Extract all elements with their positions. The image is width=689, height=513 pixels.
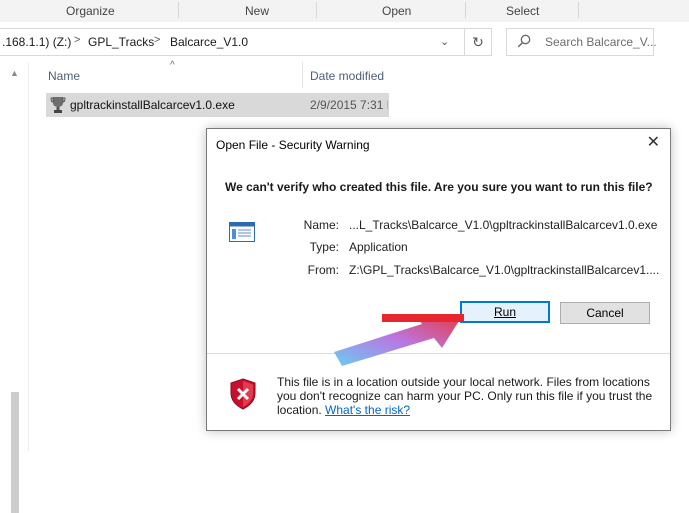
column-divider[interactable] bbox=[302, 62, 303, 88]
from-value: Z:\GPL_Tracks\Balcarce_V1.0\gpltrackinst… bbox=[349, 263, 660, 277]
breadcrumb-separator[interactable]: > bbox=[74, 34, 80, 46]
dialog-question: We can't verify who created this file. A… bbox=[225, 180, 653, 194]
chevron-down-icon[interactable]: ⌄ bbox=[440, 35, 449, 48]
name-value: ...L_Tracks\Balcarce_V1.0\gpltrackinstal… bbox=[349, 218, 658, 232]
security-warning-dialog: Open File - Security Warning ✕ We can't … bbox=[206, 128, 671, 431]
ribbon-open[interactable]: Open bbox=[382, 4, 411, 18]
run-button[interactable]: Run bbox=[460, 301, 550, 323]
type-value: Application bbox=[349, 240, 408, 254]
shield-warning-icon bbox=[230, 378, 256, 410]
ribbon-group-labels: Organize New Open Select bbox=[0, 0, 689, 23]
sort-arrow-icon: ^ bbox=[170, 60, 175, 71]
dialog-title: Open File - Security Warning bbox=[216, 138, 370, 152]
breadcrumb-balcarce[interactable]: Balcarce_V1.0 bbox=[170, 35, 248, 49]
address-row: .168.1.1) (Z:) > GPL_Tracks > Balcarce_V… bbox=[0, 22, 689, 62]
ribbon-divider bbox=[316, 2, 317, 18]
pointer-arrow bbox=[334, 314, 464, 366]
run-button-label: Run bbox=[493, 305, 516, 319]
scrollbar-thumb[interactable] bbox=[11, 392, 19, 513]
search-input[interactable]: Search Balcarce_V... bbox=[545, 35, 657, 49]
refresh-icon[interactable]: ↻ bbox=[464, 28, 492, 56]
column-header-date-modified[interactable]: Date modified bbox=[310, 69, 384, 83]
exe-file-icon bbox=[50, 97, 66, 113]
file-date-modified: 2/9/2015 7:31 P bbox=[310, 98, 388, 112]
ribbon-divider bbox=[578, 2, 579, 18]
application-icon bbox=[229, 222, 255, 242]
file-name: gpltrackinstallBalcarcev1.0.exe bbox=[70, 98, 235, 112]
ribbon-organize[interactable]: Organize bbox=[66, 4, 115, 18]
from-label: From: bbox=[307, 263, 339, 277]
close-icon[interactable]: ✕ bbox=[647, 135, 660, 151]
name-label: Name: bbox=[303, 218, 339, 232]
search-box[interactable]: Search Balcarce_V... bbox=[506, 28, 657, 56]
ribbon-divider bbox=[178, 2, 179, 18]
search-icon bbox=[517, 34, 531, 48]
ribbon-divider bbox=[465, 2, 466, 18]
whats-the-risk-link[interactable]: What's the risk? bbox=[325, 403, 410, 417]
ribbon-new[interactable]: New bbox=[245, 4, 269, 18]
breadcrumb-separator[interactable]: > bbox=[154, 34, 160, 46]
file-row[interactable]: gpltrackinstallBalcarcev1.0.exe 2/9/2015… bbox=[46, 93, 389, 117]
breadcrumb-drive[interactable]: .168.1.1) (Z:) bbox=[2, 35, 71, 49]
column-header-name[interactable]: Name bbox=[48, 69, 80, 83]
cancel-button[interactable]: Cancel bbox=[560, 302, 650, 324]
navigation-pane-edge: ▲ bbox=[0, 62, 29, 513]
warning-message: This file is in a location outside your … bbox=[277, 375, 657, 417]
ribbon-select[interactable]: Select bbox=[506, 4, 539, 18]
address-bar[interactable]: .168.1.1) (Z:) > GPL_Tracks > Balcarce_V… bbox=[0, 28, 492, 56]
breadcrumb-gpl-tracks[interactable]: GPL_Tracks bbox=[88, 35, 154, 49]
cancel-button-label: Cancel bbox=[586, 306, 624, 320]
scroll-up-icon[interactable]: ▲ bbox=[10, 68, 19, 78]
type-label: Type: bbox=[309, 240, 339, 254]
